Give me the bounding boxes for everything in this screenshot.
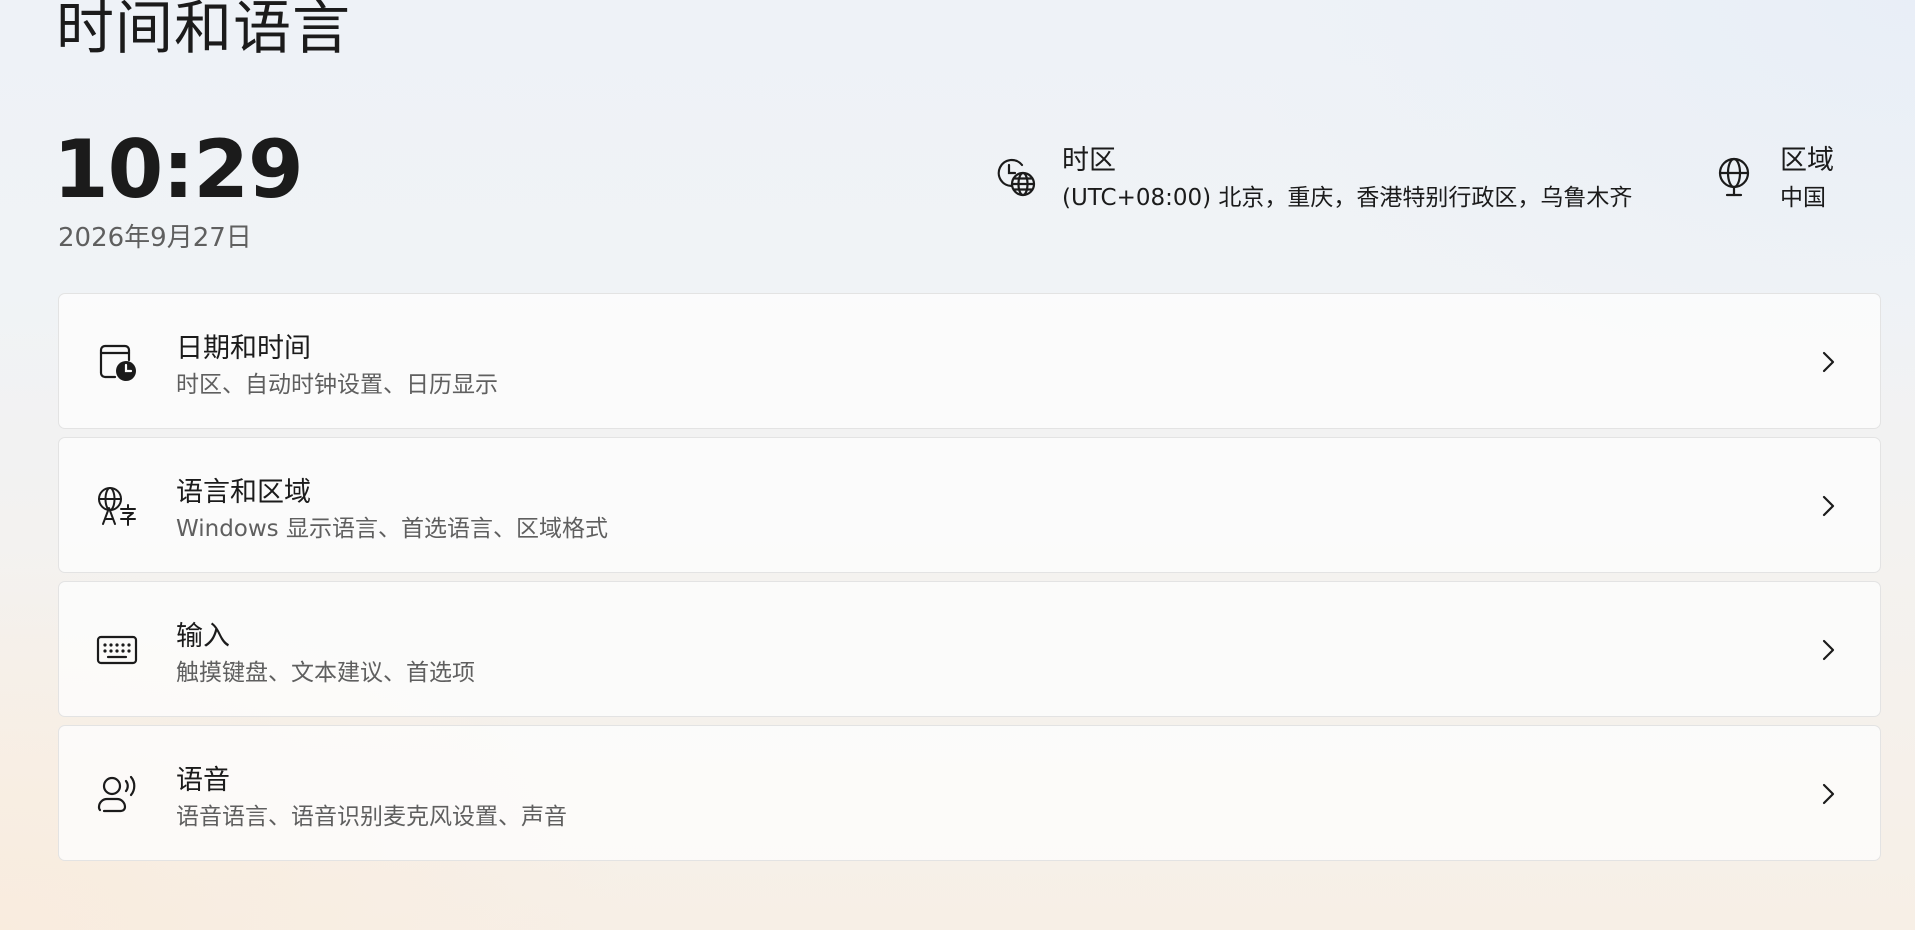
region-label: 区域 (1780, 145, 1834, 176)
current-date: 2026年9月27日 (58, 223, 252, 253)
speech-title: 语音 (176, 765, 230, 796)
current-time: 10:29 (53, 123, 304, 216)
input-subtitle: 触摸键盘、文本建议、首选项 (176, 660, 475, 686)
speech-card[interactable]: 语音 语音语言、语音识别麦克风设置、声音 (58, 725, 1881, 861)
settings-list: 日期和时间 时区、自动时钟设置、日历显示 语言和区域 Windows 显示语言、… (58, 293, 1881, 869)
language-region-icon (95, 484, 139, 528)
speech-icon (95, 772, 139, 816)
input-title: 输入 (176, 621, 230, 652)
language-region-subtitle: Windows 显示语言、首选语言、区域格式 (176, 516, 608, 542)
chevron-right-icon (1814, 492, 1842, 520)
page-title: 时间和语言 (56, 0, 352, 62)
region-value: 中国 (1780, 185, 1826, 211)
date-time-title: 日期和时间 (176, 333, 311, 364)
chevron-right-icon (1814, 348, 1842, 376)
region-info: 区域 中国 (1710, 143, 1834, 217)
date-time-subtitle: 时区、自动时钟设置、日历显示 (176, 372, 498, 398)
language-region-card[interactable]: 语言和区域 Windows 显示语言、首选语言、区域格式 (58, 437, 1881, 573)
globe-icon (1710, 153, 1758, 201)
calendar-clock-icon (95, 340, 139, 384)
timezone-clock-globe-icon (992, 153, 1040, 201)
language-region-title: 语言和区域 (176, 477, 311, 508)
chevron-right-icon (1814, 780, 1842, 808)
input-card[interactable]: 输入 触摸键盘、文本建议、首选项 (58, 581, 1881, 717)
timezone-info: 时区 (UTC+08:00) 北京，重庆，香港特别行政区，乌鲁木齐 (992, 143, 1632, 217)
speech-subtitle: 语音语言、语音识别麦克风设置、声音 (176, 804, 567, 830)
chevron-right-icon (1814, 636, 1842, 664)
date-time-card[interactable]: 日期和时间 时区、自动时钟设置、日历显示 (58, 293, 1881, 429)
keyboard-icon (95, 628, 139, 672)
timezone-label: 时区 (1062, 145, 1116, 176)
timezone-value: (UTC+08:00) 北京，重庆，香港特别行政区，乌鲁木齐 (1062, 185, 1633, 211)
